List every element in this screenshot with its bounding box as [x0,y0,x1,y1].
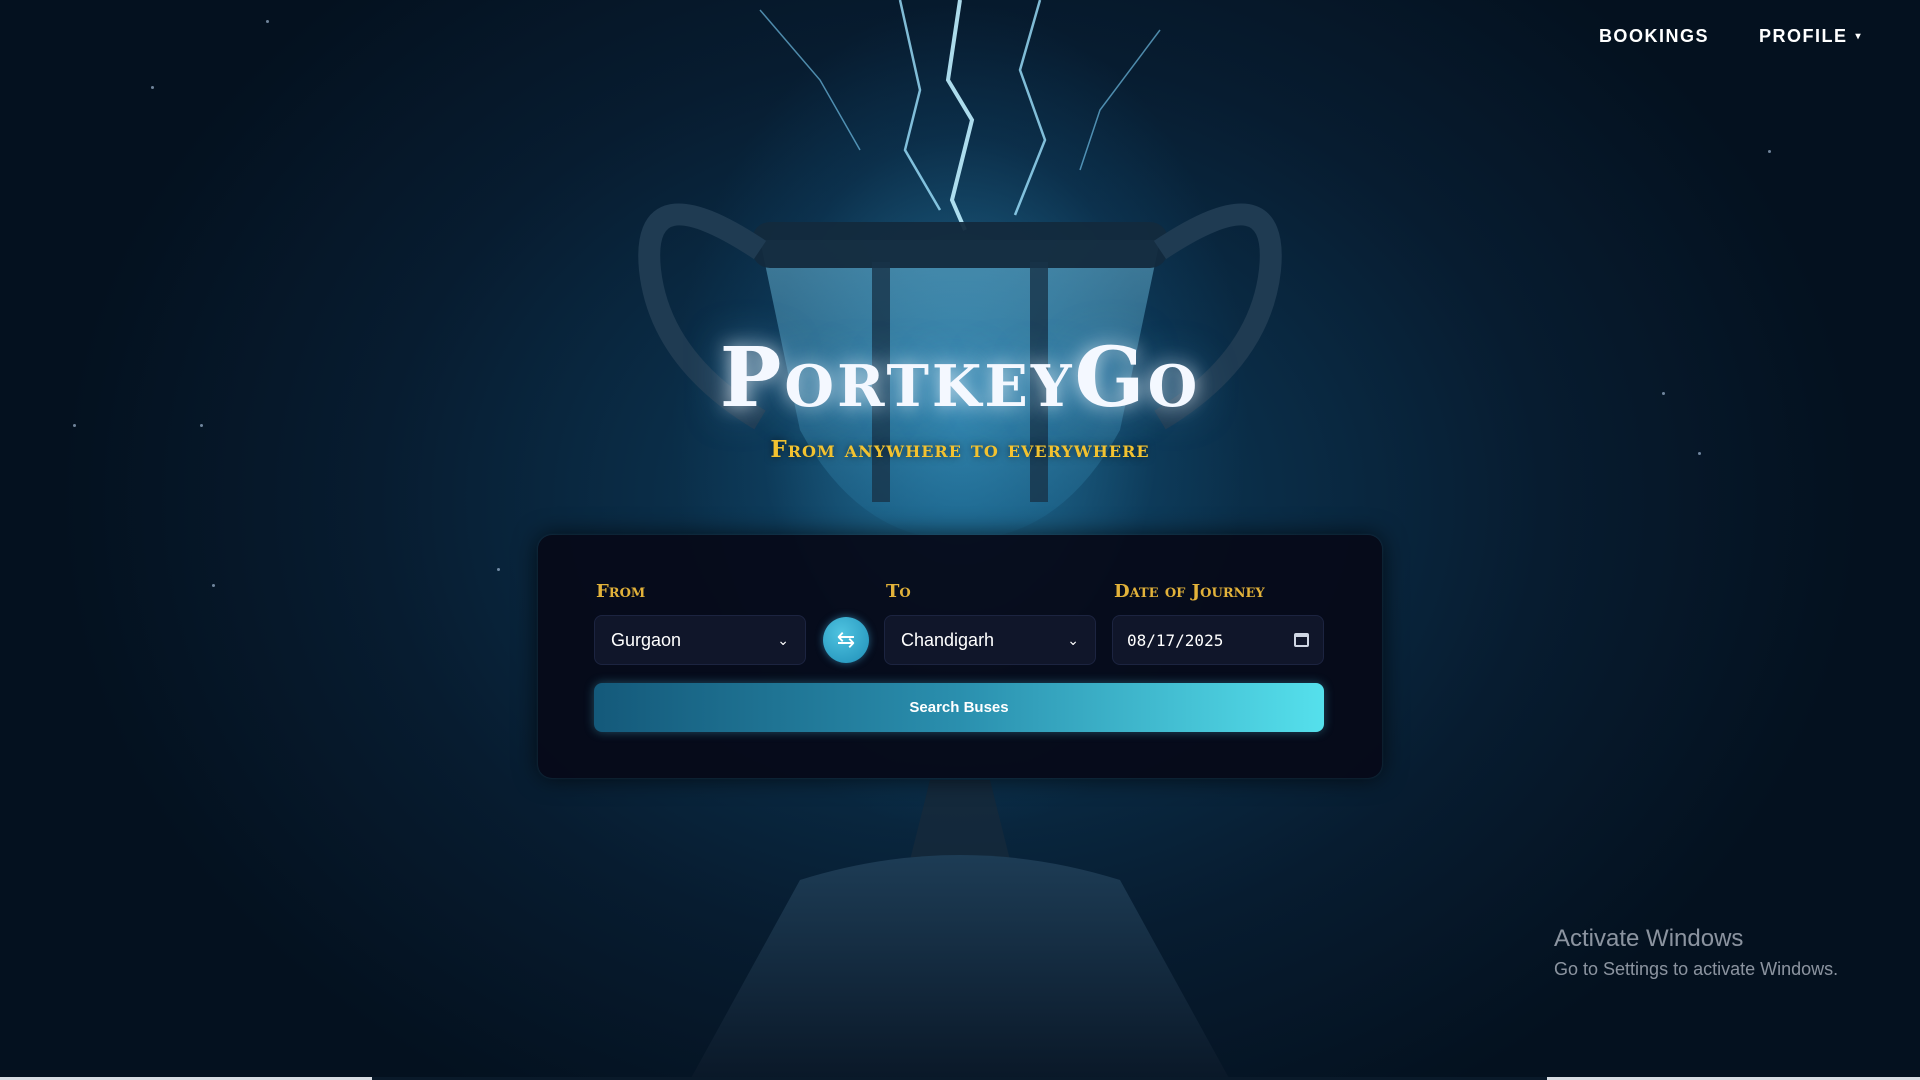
chevron-down-icon: ⌄ [777,631,789,648]
journey-date-input[interactable]: 08/17/2025 [1112,615,1324,665]
nav-profile-label: PROFILE [1758,26,1848,46]
search-buses-label: Search Buses [909,699,1009,716]
search-buses-button[interactable]: Search Buses [594,683,1324,732]
from-select-value: Gurgaon [611,629,682,650]
search-panel: From Gurgaon ⌄ ⇆ To Chandigarh ⌄ Date of… [538,535,1382,778]
nav-bookings-label: BOOKINGS [1598,26,1709,46]
date-label: Date of Journey [1114,581,1265,602]
site-tagline: From anywhere to everywhere [770,436,1150,463]
calendar-icon[interactable] [1294,633,1309,647]
watermark-subtitle: Go to Settings to activate Windows. [1554,959,1839,979]
swap-locations-button[interactable]: ⇆ [823,617,869,663]
to-select[interactable]: Chandigarh ⌄ [884,615,1096,665]
to-label: To [886,581,911,602]
watermark-title: Activate Windows [1554,925,1744,952]
to-select-value: Chandigarh [901,629,995,650]
activate-windows-watermark: Activate Windows Go to Settings to activ… [1554,925,1838,980]
nav-bookings-link[interactable]: BOOKINGS [1599,26,1709,47]
site-title: PortkeyGo [719,330,1201,426]
chevron-down-icon: ⌄ [1067,631,1079,648]
caret-down-icon: ▾ [1855,31,1862,42]
journey-date-value: 08/17/2025 [1127,630,1224,650]
top-nav: BOOKINGS PROFILE ▾ [1599,26,1862,47]
from-label: From [596,581,646,602]
swap-arrows-icon: ⇆ [836,627,856,652]
from-select[interactable]: Gurgaon ⌄ [594,615,806,665]
nav-profile-dropdown[interactable]: PROFILE ▾ [1759,26,1862,47]
